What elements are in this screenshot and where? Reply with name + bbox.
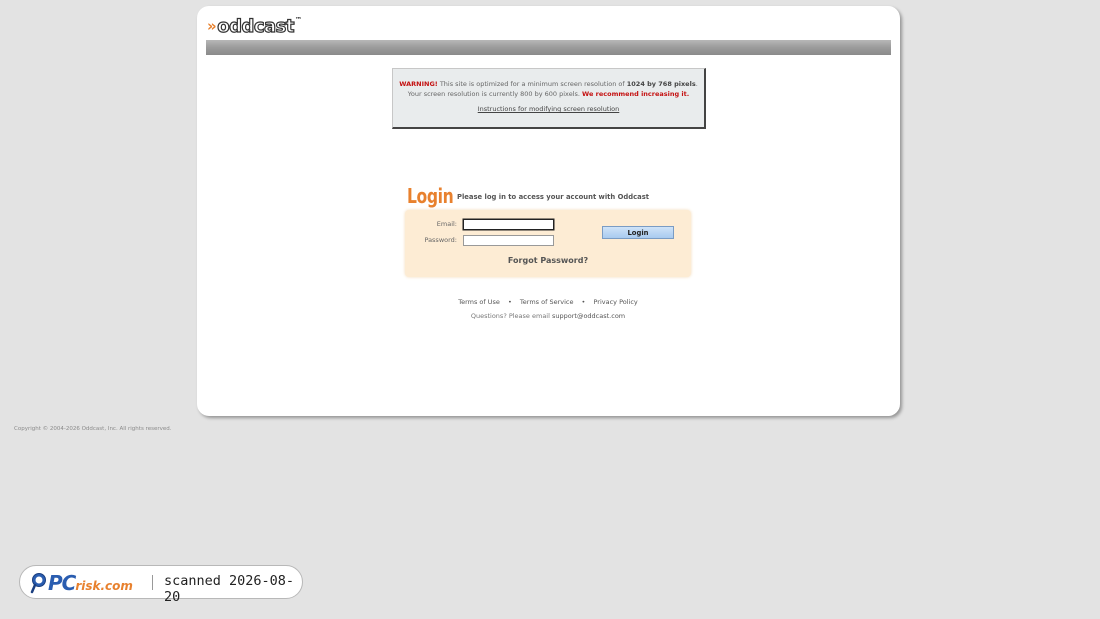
terms-of-service-link[interactable]: Terms of Service	[520, 298, 574, 306]
support-email-link[interactable]: support@oddcast.com	[552, 312, 625, 320]
warning-text-a: This site is optimized for a minimum scr…	[439, 80, 625, 88]
login-form: Email: Password: Login Forgot Password?	[405, 210, 691, 277]
terms-of-use-link[interactable]: Terms of Use	[458, 298, 500, 306]
warning-text-b: .	[695, 80, 698, 88]
logo-trademark: ™	[294, 16, 302, 24]
copyright-text: Copyright © 2004-2026 Oddcast, Inc. All …	[14, 426, 172, 432]
questions-text: Questions? Please email	[470, 312, 550, 320]
resolution-instructions-link[interactable]: Instructions for modifying screen resolu…	[393, 105, 704, 115]
warning-resolution: 1024 by 768 pixels	[626, 80, 696, 88]
main-card: » oddcast ™ WARNING! This site is optimi…	[197, 6, 900, 416]
warning-label: WARNING!	[399, 80, 438, 88]
logo-chevron-icon: »	[207, 17, 217, 35]
footer-separator: •	[581, 298, 586, 306]
scan-divider	[152, 575, 153, 590]
login-button[interactable]: Login	[602, 226, 674, 239]
magnifier-icon	[30, 573, 46, 594]
email-field[interactable]	[463, 219, 554, 230]
email-label: Email:	[436, 220, 457, 228]
oddcast-logo[interactable]: » oddcast ™	[207, 15, 302, 37]
footer-links: Terms of Use • Terms of Service • Privac…	[397, 298, 699, 306]
support-questions: Questions? Please email support@oddcast.…	[397, 312, 699, 320]
warning-recommend: We recommend increasing it.	[582, 89, 690, 98]
login-title: Login	[407, 184, 454, 208]
privacy-policy-link[interactable]: Privacy Policy	[593, 298, 637, 306]
pcrisk-logo-risk: risk.com	[75, 579, 133, 593]
logo-text: oddcast	[217, 15, 295, 37]
login-subtitle: Please log in to access your account wit…	[457, 193, 650, 201]
scan-date-text: scanned 2026-08-20	[164, 573, 295, 605]
password-label: Password:	[424, 236, 457, 244]
footer-separator: •	[507, 298, 512, 306]
header-bar	[206, 40, 891, 55]
warning-text-c: Your screen resolution is currently 800 …	[407, 89, 580, 98]
password-field[interactable]	[463, 235, 554, 246]
pcrisk-logo: PC risk.com	[30, 571, 133, 595]
scan-badge: PC risk.com scanned 2026-08-20	[19, 565, 303, 605]
resolution-warning: WARNING! This site is optimized for a mi…	[392, 68, 706, 129]
forgot-password-link[interactable]: Forgot Password?	[405, 256, 691, 265]
pcrisk-logo-pc: PC	[48, 571, 76, 595]
